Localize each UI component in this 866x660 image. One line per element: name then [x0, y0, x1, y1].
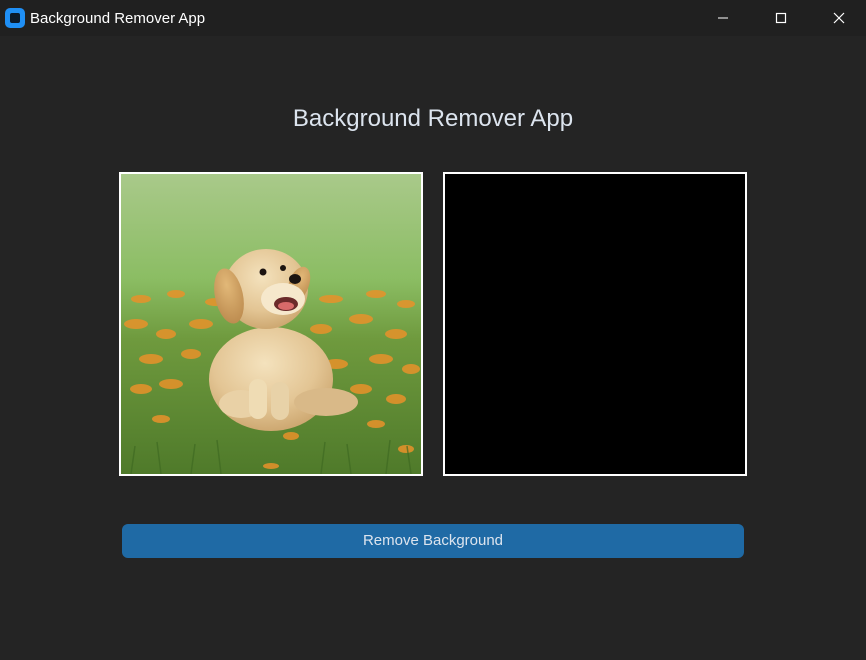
app-logo-icon — [5, 8, 25, 28]
window-title: Background Remover App — [30, 10, 206, 27]
title-bar[interactable]: Background Remover App — [0, 0, 866, 36]
minimize-button[interactable] — [694, 0, 752, 36]
maximize-icon — [775, 12, 787, 24]
close-button[interactable] — [810, 0, 866, 36]
puppy-photo — [121, 174, 421, 474]
output-image-panel — [443, 172, 747, 476]
remove-background-button[interactable]: Remove Background — [122, 524, 744, 558]
page-title: Background Remover App — [292, 105, 574, 132]
minimize-icon — [718, 17, 728, 19]
app-window: Background Remover App Background Remove… — [0, 0, 866, 660]
maximize-button[interactable] — [752, 0, 810, 36]
input-image-panel — [119, 172, 423, 476]
close-icon — [833, 12, 845, 24]
